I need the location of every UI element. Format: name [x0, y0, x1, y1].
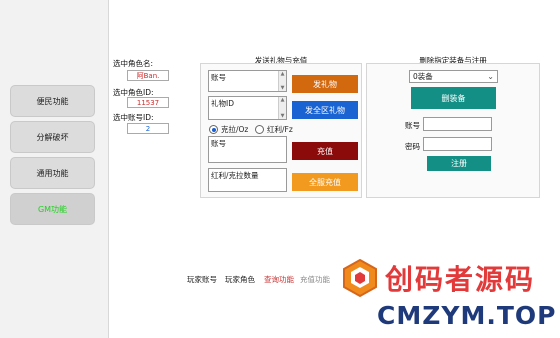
sidebar-item-convenience[interactable]: 便民功能	[10, 85, 95, 117]
role-name-value: 阿Ban.	[127, 70, 169, 81]
radio-karat-label: 克拉/Oz	[221, 125, 249, 134]
equip-select-value: 0装备	[413, 72, 433, 81]
register-account-input[interactable]	[423, 117, 492, 131]
radio-karat[interactable]: 克拉/Oz	[209, 124, 248, 135]
gift-account-label: 账号	[211, 73, 226, 82]
status-player-role: 玩家角色	[225, 275, 255, 284]
register-account-label: 账号	[405, 121, 420, 130]
amount-label: 红利/克拉数量	[211, 171, 259, 180]
chevron-down-icon: ⌄	[487, 72, 494, 81]
register-password-label: 密码	[405, 142, 420, 151]
send-all-gift-button[interactable]: 发全区礼物	[292, 101, 358, 119]
recharge-account-label: 账号	[211, 139, 226, 148]
sidebar-item-general[interactable]: 通用功能	[10, 157, 95, 189]
recharge-all-button[interactable]: 全服充值	[292, 173, 358, 191]
delete-equip-button[interactable]: 删装备	[411, 87, 496, 109]
watermark-cn: 创码者源码	[385, 263, 536, 296]
role-name-label: 选中角色名:	[113, 59, 154, 68]
watermark-en: CMZYM.TOP	[377, 301, 557, 330]
amount-field[interactable]: 红利/克拉数量	[208, 168, 287, 192]
equip-select[interactable]: 0装备 ⌄	[409, 70, 498, 83]
recharge-account-field[interactable]: 账号	[208, 136, 287, 163]
status-query[interactable]: 查询功能	[264, 274, 294, 285]
register-button[interactable]: 注册	[427, 156, 491, 171]
gift-id-label: 礼物ID	[211, 99, 234, 108]
status-player-account: 玩家账号	[187, 275, 217, 284]
radio-bonus[interactable]: 红利/Fz	[255, 124, 293, 135]
account-id-value: 2	[127, 123, 169, 134]
recharge-button[interactable]: 充值	[292, 142, 358, 160]
radio-unchecked-icon	[255, 125, 264, 134]
register-password-input[interactable]	[423, 137, 492, 151]
scrollbar[interactable]: ▲ ▼	[278, 71, 286, 91]
sidebar-item-gm[interactable]: GM功能	[10, 193, 95, 225]
gift-id-field[interactable]: 礼物ID ▲ ▼	[208, 96, 287, 120]
watermark-logo-icon	[340, 258, 380, 298]
status-recharge[interactable]: 充值功能	[300, 274, 330, 285]
radio-checked-icon	[209, 125, 218, 134]
role-id-value: 11537	[127, 97, 169, 108]
account-id-label: 选中账号ID:	[113, 113, 154, 122]
gift-account-field[interactable]: 账号 ▲ ▼	[208, 70, 287, 92]
radio-bonus-label: 红利/Fz	[267, 125, 293, 134]
sidebar-item-decompose[interactable]: 分解破坏	[10, 121, 95, 153]
scrollbar[interactable]: ▲ ▼	[278, 97, 286, 119]
send-gift-button[interactable]: 发礼物	[292, 75, 358, 93]
